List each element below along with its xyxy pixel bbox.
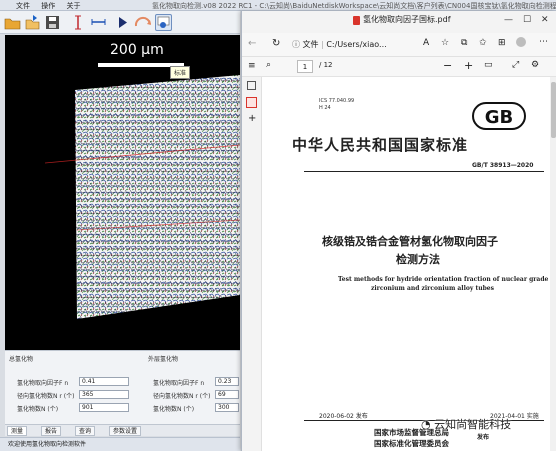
right-hydride-count-label: 氢化物数N (个) [153,406,195,413]
gb-logo-text: GB [485,107,514,128]
doc-ics: ICS 77.040.99 H 24 [319,98,354,112]
back-icon[interactable]: ← [248,38,256,49]
bottom-tab-bar: 测量 报告 查询 参数设置 [5,424,240,436]
scrollbar[interactable] [550,77,556,451]
open-folder-icon[interactable] [4,14,21,31]
hydride-micrograph [44,75,240,319]
doc-issuer-tag: 发布 [477,434,490,441]
pdf-file-icon [353,16,360,25]
menu-bar: 文件 操作 关于 [16,1,89,11]
left-radial-count-field[interactable]: 365 [79,390,129,399]
collections-add-icon[interactable]: ⊞ [498,38,506,48]
right-radial-count-field[interactable]: 69 [215,390,239,399]
pdf-toolbar: ≡ ⌕ 1 / 12 − + ▭ ⤢ ⚙ [242,57,556,77]
browser-tab-title[interactable]: 氢化物取向因子国标.pdf [363,14,451,25]
tab-measure[interactable]: 测量 [7,426,28,436]
close-icon[interactable]: ✕ [541,15,549,25]
save-icon[interactable] [44,14,61,31]
read-aloud-icon[interactable]: A [423,38,429,48]
profile-avatar[interactable] [516,37,526,47]
doc-issuer-2: 国家标准化管理委员会 [374,439,449,448]
menu-about[interactable]: 关于 [66,2,80,10]
left-radial-count-label: 径向氢化物数N r (个) [17,393,75,400]
app-toolbar [0,11,240,34]
zoom-in-icon[interactable]: + [464,59,473,72]
fullscreen-icon[interactable]: ⤢ [512,60,519,70]
address-box[interactable]: ⓘ 文件 | C:/Users/xiao... [292,37,422,53]
doc-title-line1: 核级锆及锆合金管材氢化物取向因子 [322,235,498,248]
app-title: 氢化物取向检测.v08 2022 RC1 - C:\云知尚\BaiduNetdi… [152,2,556,10]
page-view-icon[interactable]: ▭ [484,60,493,70]
tab-actions-icon[interactable] [247,81,256,90]
scroll-thumb[interactable] [551,82,556,138]
maximize-icon[interactable]: ☐ [523,15,531,25]
settings-gear-icon[interactable]: ⚙ [531,60,539,70]
left-hydride-count-field[interactable]: 901 [79,403,129,412]
wechat-icon: ◔ [421,418,435,431]
outer-hydride-group-title: 外层氢化物 [148,356,179,363]
zoom-out-icon[interactable]: − [443,59,452,72]
refresh-icon[interactable]: ↻ [272,38,280,49]
doc-publish-date: 2020-06-02 发布 [319,413,368,420]
address-bar: ← ↻ ⓘ 文件 | C:/Users/xiao... A ☆ ⧉ ✩ ⊞ ⋯ [242,33,556,57]
minimize-icon[interactable]: — [504,15,513,25]
results-panel: 总氢化物 氢化物取向因子F n 0.41 径向氢化物数N r (个) 365 氢… [5,350,240,424]
browser-sidebar: + [242,77,262,451]
pdf-tab-icon[interactable] [246,97,257,108]
menu-file[interactable]: 文件 [16,2,30,10]
play-icon[interactable] [114,14,131,31]
micrograph-viewer[interactable]: 200 µm 标准 [5,35,240,350]
right-orientation-factor-label: 氢化物取向因子F n [153,380,205,387]
favorite-icon[interactable]: ☆ [441,38,449,48]
pdf-page: ICS 77.040.99 H 24 GB 中华人民共和国国家标准 GB/T 3… [262,77,550,451]
export-icon[interactable] [24,14,41,31]
browser-tab-bar: 氢化物取向因子国标.pdf — ☐ ✕ [242,11,556,33]
address-path: C:/Users/xiao... [326,40,387,49]
left-hydride-count-label: 氢化物数N (个) [17,406,59,413]
watermark-text: 云知尚智能科技 [434,418,512,431]
menu-operate[interactable]: 操作 [41,2,55,10]
address-label: 文件 [302,40,319,49]
standard-icon[interactable] [155,14,172,31]
address-scheme-icon: ⓘ [292,40,303,49]
tab-report[interactable]: 报告 [41,426,62,436]
gb-logo-icon: GB [472,102,526,130]
right-radial-count-label: 径向氢化物数N r (个) [153,393,211,400]
tab-query[interactable]: 查询 [75,426,96,436]
right-orientation-factor-field[interactable]: 0.23 [215,377,239,386]
doc-standard-title: 中华人民共和国国家标准 [292,136,469,154]
search-icon[interactable]: ⌕ [266,60,271,70]
undo-icon[interactable] [132,14,154,31]
doc-ccs-code: H 24 [319,105,331,111]
pdf-browser-window: 氢化物取向因子国标.pdf — ☐ ✕ ← ↻ ⓘ 文件 | C:/Users/… [241,11,556,451]
left-orientation-factor-field[interactable]: 0.41 [79,377,129,386]
total-hydride-group-title: 总氢化物 [9,356,34,363]
doc-english-title-line1: Test methods for hydride orientation fra… [338,276,549,283]
doc-top-rule [304,171,544,172]
scalebar-label: 200 µm [110,42,164,58]
app-titlebar: 文件 操作 关于 氢化物取向检测.v08 2022 RC1 - C:\云知尚\B… [0,0,556,11]
right-hydride-count-field[interactable]: 300 [215,403,239,412]
tab-settings[interactable]: 参数设置 [109,426,142,436]
favorites-bar-icon[interactable]: ✩ [479,38,487,48]
contents-icon[interactable]: ≡ [248,61,256,71]
new-tab-icon[interactable]: + [248,113,256,124]
doc-standard-number: GB/T 38913—2020 [472,162,534,169]
vertical-measure-icon[interactable] [70,14,87,31]
page-number-input[interactable]: 1 [297,60,313,73]
page-total: / 12 [319,61,333,69]
doc-ics-code: ICS 77.040.99 [319,98,355,104]
watermark: ◔ 云知尚智能科技 [421,416,511,432]
horizontal-measure-icon[interactable] [90,14,107,31]
collections-icon[interactable]: ⧉ [461,38,467,48]
doc-english-title-line2: zirconium and zirconium alloy tubes [371,285,494,292]
tooltip: 标准 [170,66,191,79]
status-bar: 欢迎使用氢化物取向检测软件 [0,437,240,451]
doc-title-line2: 检测方法 [396,253,440,266]
more-menu-icon[interactable]: ⋯ [539,37,548,47]
left-orientation-factor-label: 氢化物取向因子F n [17,380,69,387]
